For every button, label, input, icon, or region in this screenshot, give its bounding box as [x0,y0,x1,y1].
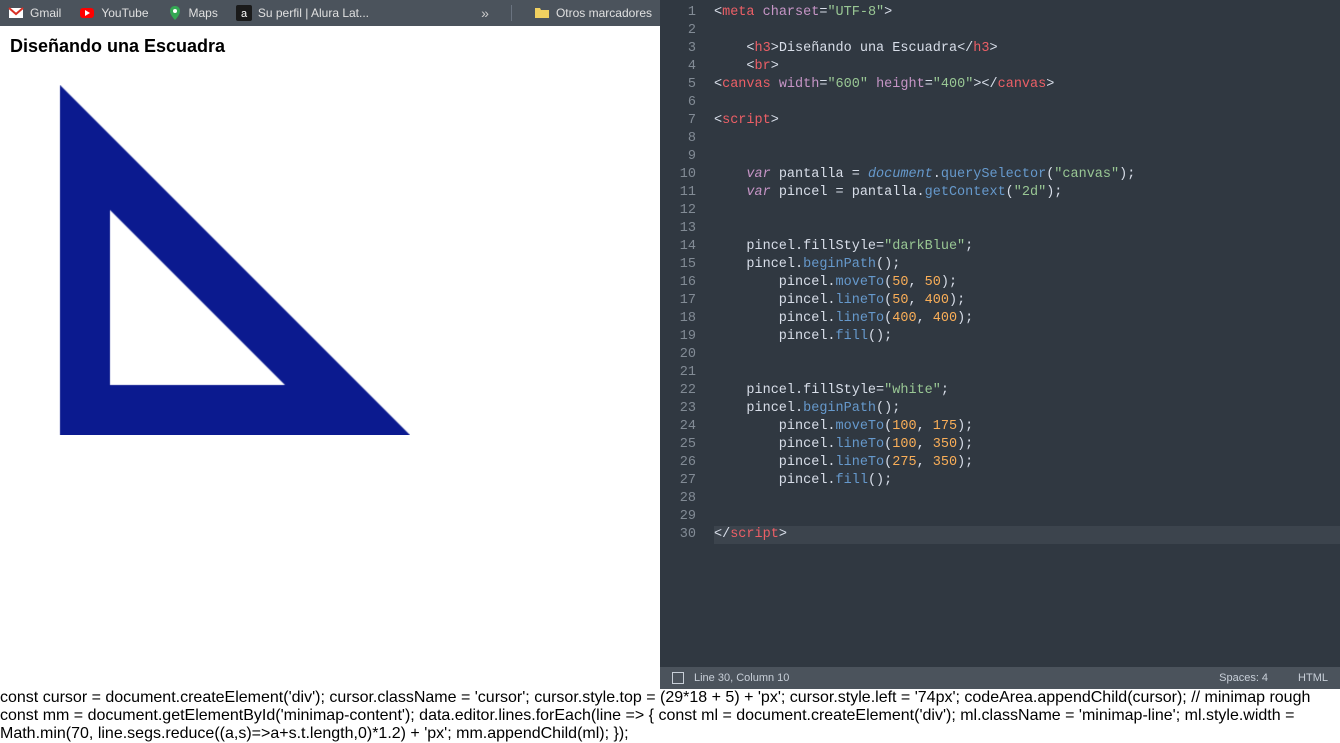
page-title: Diseñando una Escuadra [10,36,650,57]
status-bar: Line 30, Column 10 Spaces: 4 HTML [660,667,1340,689]
editor-panel: 1234567891011121314151617181920212223242… [660,0,1340,689]
bookmark-label: Su perfil | Alura Lat... [258,6,369,20]
triangle-canvas [10,85,410,435]
code-area[interactable]: <meta charset="UTF-8"> <h3>Diseñando una… [706,0,1340,667]
gmail-icon [8,5,24,21]
bookmark-bar: Gmail YouTube Maps a Su perfil | Alura L… [0,0,660,26]
bookmark-alura[interactable]: a Su perfil | Alura Lat... [236,5,369,21]
bookmark-other[interactable]: Otros marcadores [534,5,652,21]
browser-panel: Gmail YouTube Maps a Su perfil | Alura L… [0,0,660,689]
language-mode[interactable]: HTML [1298,672,1328,684]
line-gutter: 1234567891011121314151617181920212223242… [660,0,706,667]
minimap[interactable] [1260,0,1340,120]
bookmark-overflow[interactable]: » [481,5,489,21]
bookmark-label: Otros marcadores [556,6,652,20]
youtube-icon [79,5,95,21]
panel-icon[interactable] [672,672,684,684]
editor-body[interactable]: 1234567891011121314151617181920212223242… [660,0,1340,667]
indent-setting[interactable]: Spaces: 4 [1219,672,1268,684]
bookmark-label: Maps [189,6,218,20]
bookmark-label: YouTube [101,6,148,20]
maps-icon [167,5,183,21]
bookmark-label: Gmail [30,6,61,20]
bookmark-youtube[interactable]: YouTube [79,5,148,21]
folder-icon [534,5,550,21]
bookmark-separator [511,5,512,21]
bookmark-maps[interactable]: Maps [167,5,218,21]
cursor-position[interactable]: Line 30, Column 10 [694,672,789,684]
svg-text:a: a [241,8,248,20]
bookmark-gmail[interactable]: Gmail [8,5,61,21]
page-content: Diseñando una Escuadra [0,26,660,689]
alura-icon: a [236,5,252,21]
